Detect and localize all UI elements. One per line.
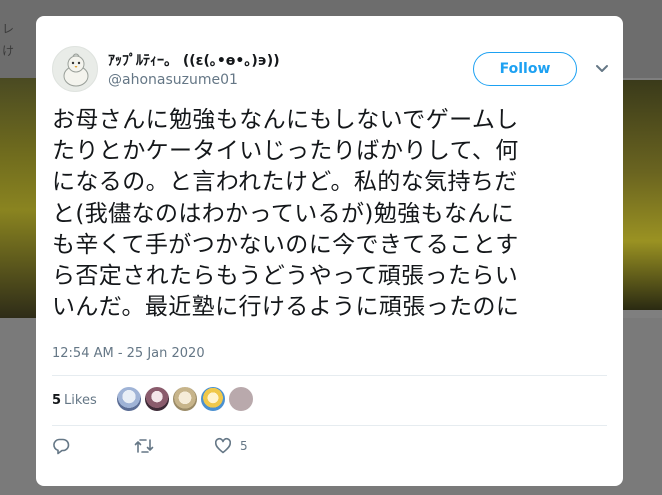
liker-avatar[interactable] (144, 386, 170, 412)
tweet-text-line: いんだ。最近塾に行けるように頑張ったのに (52, 294, 520, 321)
chick-avatar-icon (63, 53, 89, 87)
retweet-icon (134, 439, 154, 453)
tweet-text-line: になるの。と言われたけど。私的な気持ちだ (52, 169, 518, 196)
background-image-left (0, 78, 40, 318)
like-action-count: 5 (240, 439, 248, 453)
likes-label: Likes (64, 393, 97, 408)
liker-avatar[interactable] (200, 386, 226, 412)
heart-icon (214, 437, 232, 454)
retweet-button[interactable] (134, 436, 154, 456)
tweet-text-line: たりとかケータイいじったりばかりして、何 (52, 138, 519, 165)
likes-number: 5 (52, 393, 62, 408)
reply-icon (53, 438, 70, 455)
divider (52, 375, 607, 376)
liker-avatar[interactable] (116, 386, 142, 412)
liker-avatars (116, 386, 254, 412)
tweet-modal: ｱｯﾌﾟﾙﾃｨｰ。 ((ε(｡•ɵ•｡)϶)) @ahonasuzume01 F… (36, 16, 623, 486)
likes-count[interactable]: 5 Likes (52, 393, 97, 408)
user-handle[interactable]: @ahonasuzume01 (108, 72, 238, 88)
reply-button[interactable] (52, 436, 70, 456)
tweet-actions: 5 (52, 436, 352, 456)
liker-avatar[interactable] (228, 386, 254, 412)
display-name[interactable]: ｱｯﾌﾟﾙﾃｨｰ。 ((ε(｡•ɵ•｡)϶)) (108, 50, 280, 70)
avatar[interactable] (52, 46, 98, 92)
chevron-down-icon[interactable] (595, 63, 609, 75)
tweet-text-line: お母さんに勉強もなんにもしないでゲームし (52, 107, 519, 133)
tweet-timestamp[interactable]: 12:54 AM - 25 Jan 2020 (52, 346, 205, 361)
divider (52, 425, 607, 426)
tweet-text-line: ら否定されたらもうどうやって頑張ったらい (52, 263, 519, 290)
liker-avatar[interactable] (172, 386, 198, 412)
tweet-text-line: と(我儘なのはわかっているが)勉強もなんに (52, 200, 515, 227)
background-text-fragment: レ (2, 22, 15, 36)
tweet-text-line: も辛くて手がつかないのに今できてることす (52, 231, 519, 258)
tweet-text: お母さんに勉強もなんにもしないでゲームし たりとかケータイいじったりばかりして、… (52, 105, 612, 323)
background-text-fragment-2: け (2, 44, 15, 58)
background-image-right (622, 80, 662, 310)
like-button[interactable]: 5 (214, 436, 248, 456)
follow-button[interactable]: Follow (473, 52, 577, 86)
